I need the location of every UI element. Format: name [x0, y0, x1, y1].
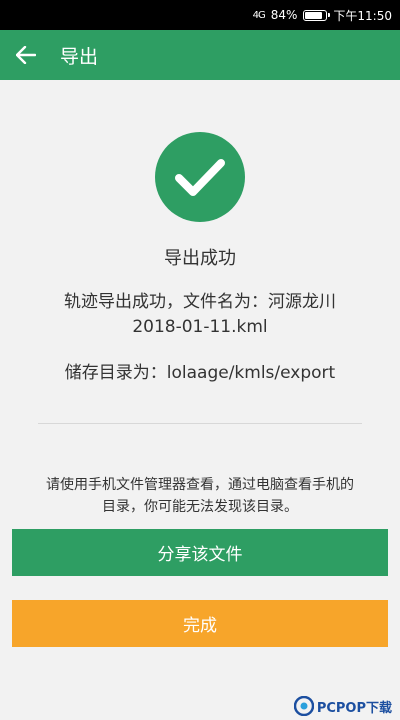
arrow-left-icon[interactable]	[14, 43, 38, 67]
hint-text: 请使用手机文件管理器查看，通过电脑查看手机的 目录，你可能无法发现该目录。	[12, 474, 388, 518]
file-name-line2: 2018-01-11.kml	[132, 317, 268, 337]
status-bar: 4G 84% 下午11:50	[0, 0, 400, 30]
check-circle-icon	[155, 132, 245, 222]
directory-message: 储存目录为：lolaage/kmls/export	[64, 363, 336, 383]
success-title: 导出成功	[164, 248, 236, 269]
export-result: 导出成功 轨迹导出成功，文件名为：河源龙川 2018-01-11.kml 储存目…	[0, 80, 400, 518]
status-time: 下午11:50	[333, 8, 392, 23]
file-name-line1: 轨迹导出成功，文件名为：河源龙川	[64, 292, 336, 312]
divider	[38, 423, 362, 424]
hint-line2: 目录，你可能无法发现该目录。	[102, 499, 298, 515]
watermark-logo: PCPOP下载	[293, 696, 392, 716]
battery-icon	[303, 9, 331, 21]
app-bar: 导出	[0, 30, 400, 80]
file-name-message: 轨迹导出成功，文件名为：河源龙川 2018-01-11.kml	[64, 290, 336, 340]
done-button[interactable]: 完成	[12, 600, 388, 647]
battery-percentage: 84%	[270, 8, 298, 22]
page-title: 导出	[60, 45, 99, 68]
watermark-logo-icon	[293, 696, 314, 716]
signal-icon: 4G	[252, 9, 266, 21]
share-file-button[interactable]: 分享该文件	[12, 529, 388, 576]
watermark-text: PCPOP下载	[316, 700, 392, 716]
hint-line1: 请使用手机文件管理器查看，通过电脑查看手机的	[46, 477, 354, 493]
